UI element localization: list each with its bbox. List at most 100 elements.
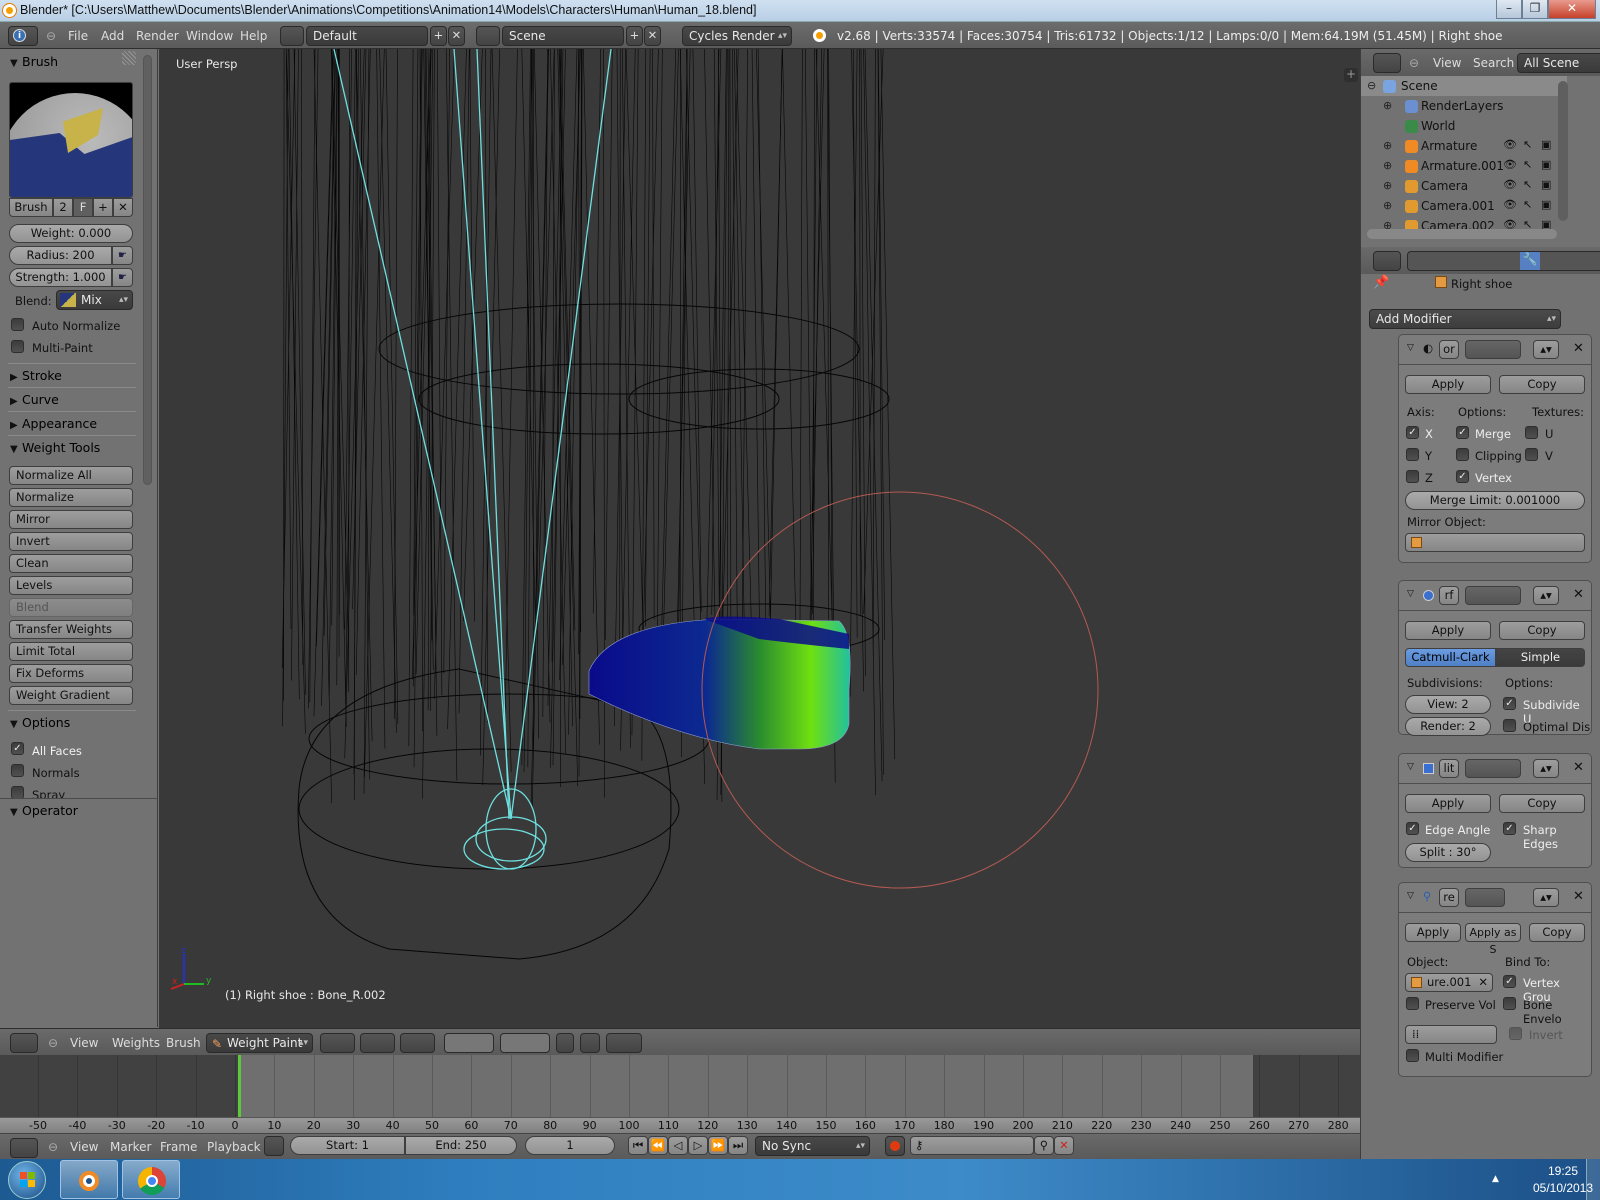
current-frame-field[interactable]: 1 bbox=[525, 1136, 615, 1155]
merge-limit-field[interactable]: Merge Limit: 0.001000 bbox=[1405, 491, 1585, 510]
modifier-visibility-toggles[interactable] bbox=[1465, 888, 1505, 907]
move-modifier-buttons[interactable]: ▴▾ bbox=[1533, 888, 1559, 907]
scene-icon[interactable] bbox=[476, 26, 500, 46]
copy-button[interactable]: Copy bbox=[1499, 621, 1585, 640]
multi-paint-checkbox[interactable] bbox=[11, 340, 24, 353]
panel-header-appearance[interactable]: ▶ Appearance bbox=[10, 416, 97, 431]
strength-pressure-icon[interactable]: ☛ bbox=[112, 268, 133, 287]
visibility-eye-icon[interactable]: 👁 bbox=[1503, 158, 1517, 171]
remove-modifier-icon[interactable]: ✕ bbox=[1573, 587, 1584, 602]
panel-header-curve[interactable]: ▶ Curve bbox=[10, 392, 59, 407]
use-preview-range-icon[interactable] bbox=[264, 1136, 284, 1156]
merge-checkbox[interactable]: ✓ bbox=[1456, 426, 1469, 439]
copy-button[interactable]: Copy bbox=[1499, 375, 1585, 394]
spray-checkbox[interactable] bbox=[11, 786, 24, 798]
bone-envelopes-checkbox[interactable] bbox=[1503, 997, 1516, 1010]
limit-total-button[interactable]: Limit Total bbox=[9, 642, 133, 661]
menu-weights[interactable]: Weights bbox=[112, 1036, 160, 1050]
remove-modifier-icon[interactable]: ✕ bbox=[1573, 889, 1584, 904]
selectable-arrow-icon[interactable]: ↖ bbox=[1523, 138, 1532, 151]
transfer-weights-button[interactable]: Transfer Weights bbox=[9, 620, 133, 639]
renderable-camera-icon[interactable]: ▣ bbox=[1541, 178, 1551, 191]
multi-modifier-checkbox[interactable] bbox=[1406, 1049, 1419, 1062]
mirror-object-field[interactable] bbox=[1405, 533, 1585, 552]
tool-shelf-scrollbar[interactable] bbox=[143, 55, 152, 485]
apply-button[interactable]: Apply bbox=[1405, 794, 1491, 813]
collapse-menu-icon[interactable]: ⊖ bbox=[46, 29, 56, 43]
delete-keyframe-icon[interactable]: ✕ bbox=[1054, 1136, 1074, 1155]
brush-name-field[interactable]: Brush bbox=[9, 198, 53, 217]
outliner-item[interactable]: ⊕ Armature 👁 ↖ ▣ bbox=[1361, 136, 1567, 156]
record-button[interactable] bbox=[885, 1136, 905, 1156]
visibility-eye-icon[interactable]: 👁 bbox=[1503, 138, 1517, 151]
panel-header-brush[interactable]: ▼ Brush bbox=[10, 54, 58, 69]
editor-type-3d-view-button[interactable] bbox=[10, 1033, 38, 1053]
copy-button[interactable]: Copy bbox=[1529, 923, 1585, 942]
editor-type-info-button[interactable]: i bbox=[8, 26, 38, 46]
normalize-button[interactable]: Normalize bbox=[9, 488, 133, 507]
modifier-visibility-toggles[interactable] bbox=[1465, 759, 1521, 778]
move-modifier-buttons[interactable]: ▴▾ bbox=[1533, 340, 1559, 359]
keying-set-field[interactable]: ⚷ bbox=[910, 1136, 1034, 1155]
apply-button[interactable]: Apply bbox=[1405, 375, 1491, 394]
split-angle-field[interactable]: Split : 30° bbox=[1405, 843, 1491, 862]
outliner-item[interactable]: ⊖ Scene bbox=[1361, 76, 1567, 96]
close-button[interactable]: ✕ bbox=[1548, 0, 1596, 19]
outliner-vertical-scrollbar[interactable] bbox=[1558, 81, 1568, 221]
mirror-button[interactable]: Mirror bbox=[9, 510, 133, 529]
radius-pressure-icon[interactable]: ☛ bbox=[112, 246, 133, 265]
edge-angle-checkbox[interactable]: ✓ bbox=[1406, 822, 1419, 835]
collapse-arrow-icon[interactable]: ▽ bbox=[1407, 762, 1414, 772]
remove-modifier-icon[interactable]: ✕ bbox=[1573, 760, 1584, 775]
properties-region-toggle-button[interactable]: + bbox=[1344, 68, 1358, 82]
editor-type-outliner-button[interactable] bbox=[1373, 53, 1401, 73]
texture-u-checkbox[interactable] bbox=[1525, 426, 1538, 439]
timeline[interactable] bbox=[0, 1055, 1360, 1117]
fake-user-toggle[interactable]: F bbox=[73, 198, 93, 217]
menu-playback[interactable]: Playback bbox=[207, 1140, 261, 1154]
outliner-item[interactable]: World bbox=[1361, 116, 1567, 136]
expand-toggle-icon[interactable]: ⊕ bbox=[1383, 99, 1392, 112]
jump-keyframe-back-button[interactable]: ⏪ bbox=[648, 1136, 668, 1155]
start-button[interactable] bbox=[8, 1161, 46, 1199]
brush-users-count[interactable]: 2 bbox=[53, 198, 73, 217]
apply-button[interactable]: Apply bbox=[1405, 923, 1461, 942]
brush-preview[interactable] bbox=[9, 82, 133, 198]
layer-buttons-1[interactable] bbox=[444, 1033, 494, 1053]
render-engine-select[interactable]: Cycles Render ▴▾ bbox=[682, 26, 792, 46]
invert-button[interactable]: Invert bbox=[9, 532, 133, 551]
weight-slider[interactable]: Weight: 0.000 bbox=[9, 224, 133, 243]
modifier-name-field[interactable]: re bbox=[1439, 888, 1459, 907]
add-scene-button[interactable]: + bbox=[626, 26, 643, 46]
play-button[interactable]: ▷ bbox=[688, 1136, 708, 1155]
timeline-ruler[interactable]: -50 -40 -30 -20 -10 0 10 20 30 40 50 60 70 80 90 100 110… bbox=[0, 1117, 1360, 1134]
outliner-item[interactable]: ⊕ RenderLayers bbox=[1361, 96, 1567, 116]
menu-view[interactable]: View bbox=[70, 1036, 98, 1050]
start-frame-field[interactable]: Start: 1 bbox=[290, 1136, 405, 1155]
mode-select[interactable]: ✎ Weight Paint ▴▾ bbox=[206, 1033, 313, 1053]
collapse-arrow-icon[interactable]: ▽ bbox=[1407, 343, 1414, 353]
mask-toggle-buttons[interactable] bbox=[400, 1033, 435, 1053]
vertex-groups-checkbox[interactable]: ✓ bbox=[1503, 975, 1516, 988]
expand-toggle-icon[interactable]: ⊕ bbox=[1383, 179, 1392, 192]
viewport-shading-select[interactable] bbox=[320, 1033, 355, 1053]
layer-buttons-2[interactable] bbox=[500, 1033, 550, 1053]
strength-field[interactable]: Strength: 1.000 bbox=[9, 268, 112, 287]
context-tabs[interactable]: 🔧 bbox=[1407, 251, 1600, 271]
expand-toggle-icon[interactable]: ⊕ bbox=[1383, 199, 1392, 212]
clear-object-icon[interactable]: ✕ bbox=[1478, 974, 1488, 991]
modifier-name-field[interactable]: lit bbox=[1439, 759, 1459, 778]
move-modifier-buttons[interactable]: ▴▾ bbox=[1533, 586, 1559, 605]
jump-keyframe-forward-button[interactable]: ⏩ bbox=[708, 1136, 728, 1155]
insert-keyframe-icon[interactable]: ⚲ bbox=[1034, 1136, 1054, 1155]
display-mode-select[interactable]: All Scene bbox=[1517, 53, 1600, 73]
fix-deforms-button[interactable]: Fix Deforms bbox=[9, 664, 133, 683]
outliner-item[interactable]: ⊕ Camera 👁 ↖ ▣ bbox=[1361, 176, 1567, 196]
panel-header-stroke[interactable]: ▶ Stroke bbox=[10, 368, 62, 383]
lock-layers-icon[interactable] bbox=[556, 1033, 574, 1053]
menu-add[interactable]: Add bbox=[101, 29, 124, 43]
modifier-name-field[interactable]: or bbox=[1439, 340, 1459, 359]
remove-modifier-icon[interactable]: ✕ bbox=[1573, 341, 1584, 356]
show-hidden-icons-button[interactable]: ▲ bbox=[1492, 1174, 1499, 1184]
all-faces-checkbox[interactable]: ✓ bbox=[11, 742, 24, 755]
